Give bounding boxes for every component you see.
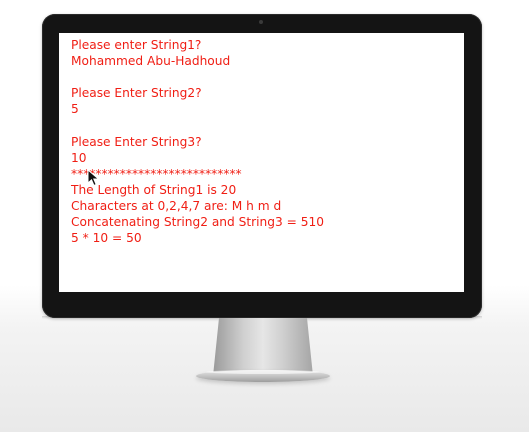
console-line: 5 [71, 102, 79, 117]
console-line: 5 * 10 = 50 [71, 231, 142, 246]
console-line: 10 [71, 150, 87, 165]
console-output: Please enter String1? Mohammed Abu-Hadhou… [59, 33, 464, 246]
console-line: Concatenating String2 and String3 = 510 [71, 215, 324, 230]
camera-dot [259, 20, 263, 24]
mouse-pointer-icon [87, 169, 100, 187]
console-line: Mohammed Abu-Hadhoud [71, 54, 231, 69]
monitor-stand-highlight [206, 370, 320, 374]
console-line: Please enter String1? [71, 38, 202, 52]
console-line: Please Enter String2? [71, 86, 202, 101]
console-line: The Length of String1 is 20 [71, 182, 237, 197]
console-line: Characters at 0,2,4,7 are: M h m d [71, 198, 282, 213]
monitor-bezel: Please enter String1? Mohammed Abu-Hadhou… [42, 14, 482, 318]
console-screen: Please enter String1? Mohammed Abu-Hadhou… [59, 33, 464, 292]
monitor-stand-neck [213, 318, 313, 376]
console-separator: **************************** [71, 166, 242, 181]
console-line: Please Enter String3? [71, 134, 202, 149]
